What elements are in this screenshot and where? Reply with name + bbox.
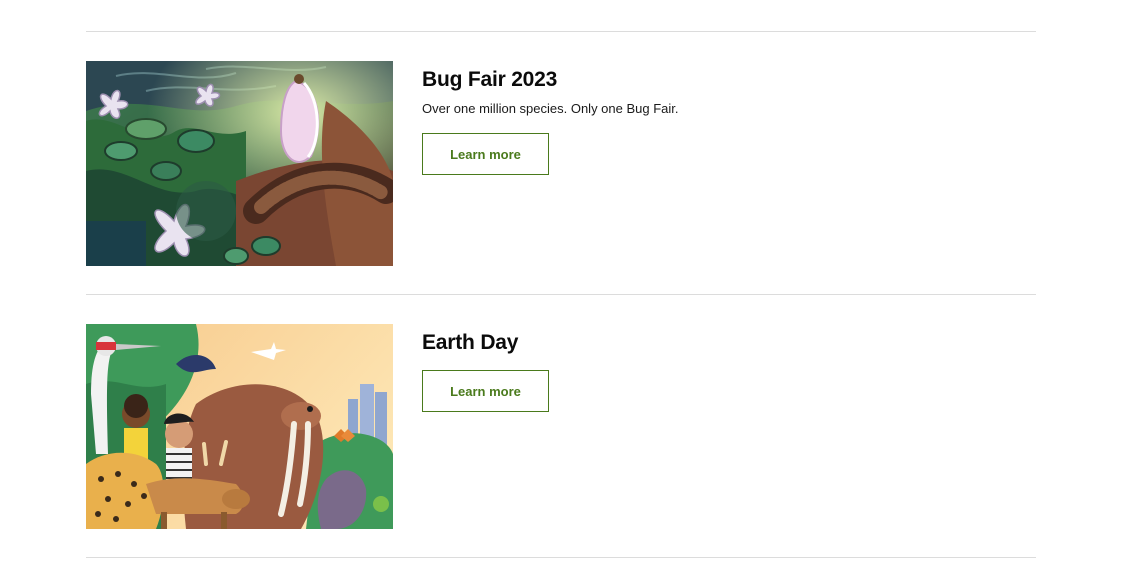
event-image-bug-fair[interactable]	[86, 61, 393, 266]
divider	[86, 557, 1036, 558]
event-image-earth-day[interactable]	[86, 324, 393, 529]
event-title: Earth Day	[422, 331, 519, 354]
event-item-bug-fair: Bug Fair 2023 Over one million species. …	[86, 32, 1036, 294]
bug-fair-illustration	[86, 61, 393, 266]
event-description: Over one million species. Only one Bug F…	[422, 101, 679, 116]
event-list: Bug Fair 2023 Over one million species. …	[86, 31, 1036, 558]
event-content-earth-day: Earth Day Learn more	[422, 330, 1022, 412]
learn-more-button[interactable]: Learn more	[422, 370, 549, 412]
event-title: Bug Fair 2023	[422, 68, 558, 91]
learn-more-button[interactable]: Learn more	[422, 133, 549, 175]
event-item-earth-day: Earth Day Learn more	[86, 295, 1036, 557]
earth-day-illustration	[86, 324, 393, 529]
event-content-bug-fair: Bug Fair 2023 Over one million species. …	[422, 67, 1022, 175]
